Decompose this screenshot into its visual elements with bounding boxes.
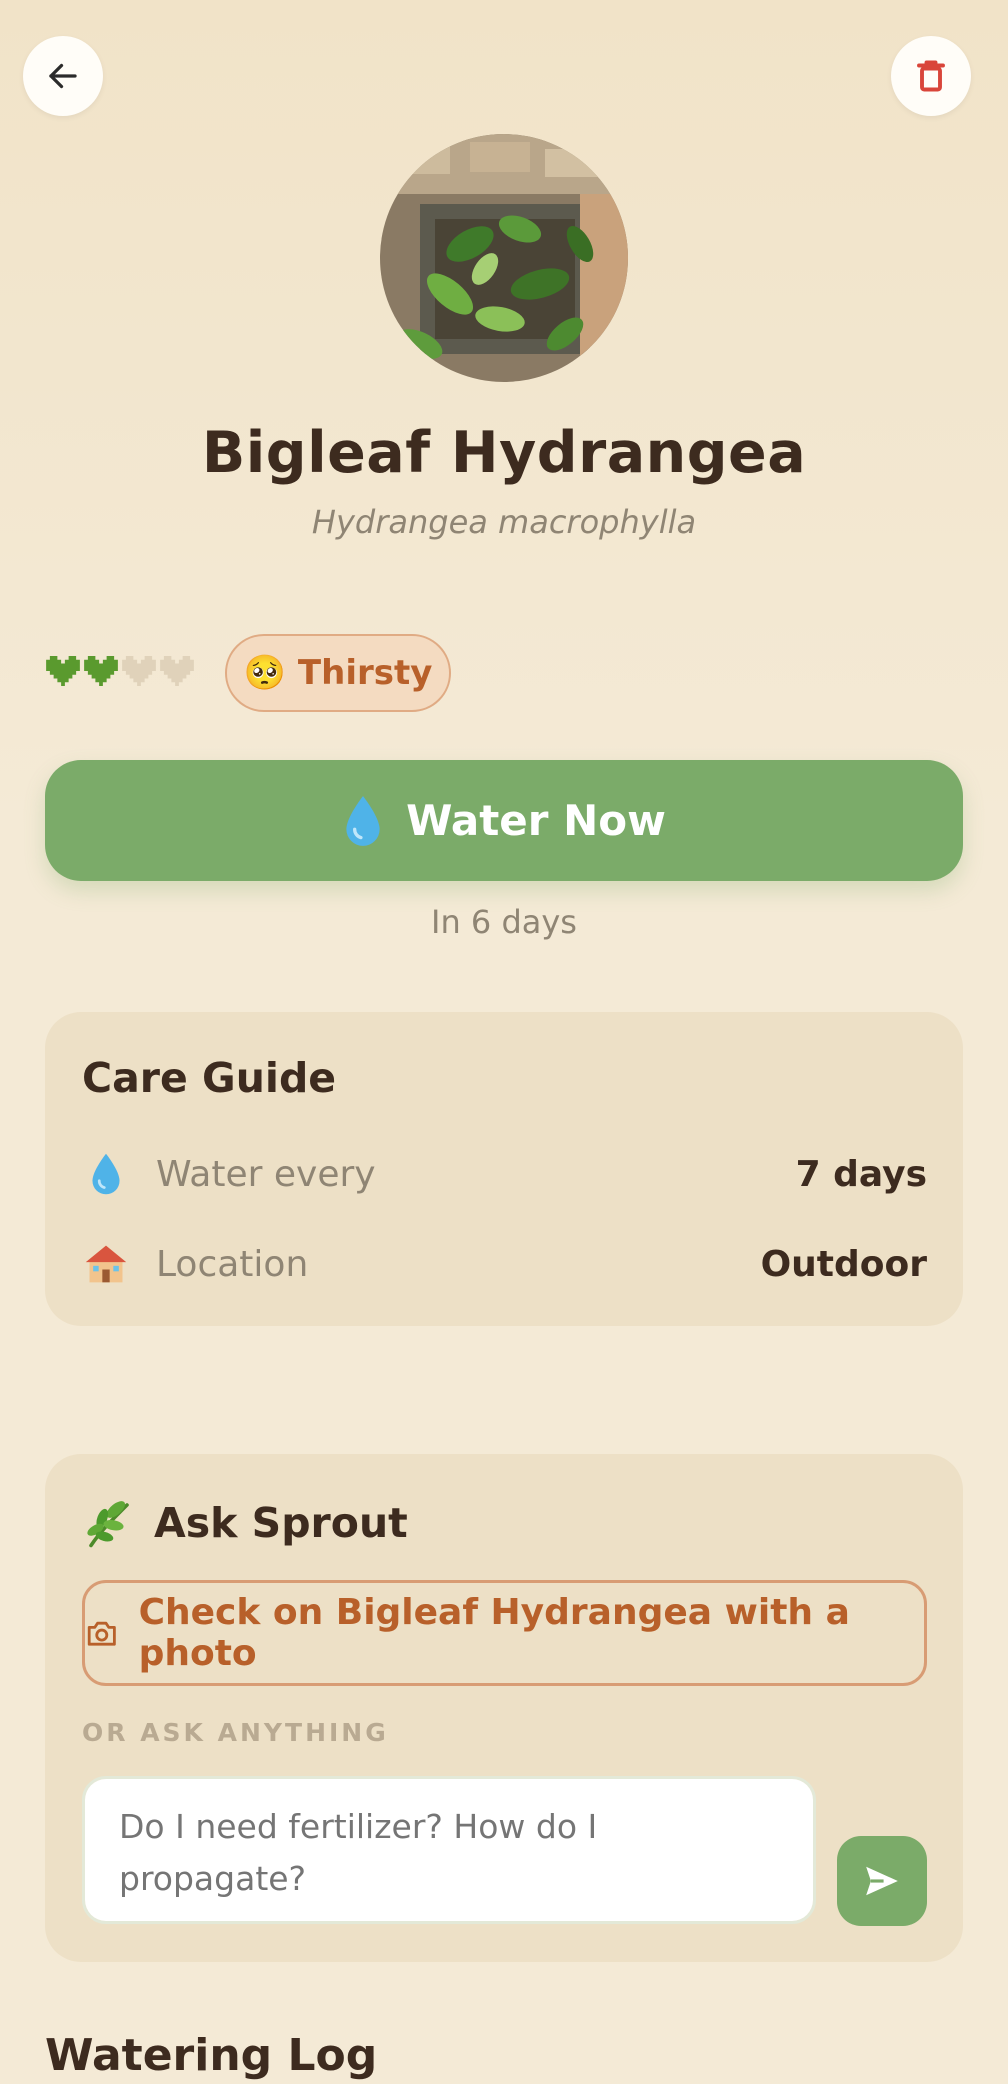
heart-empty-icon xyxy=(122,656,156,686)
herb-icon xyxy=(87,1501,129,1548)
watering-log-title: Watering Log xyxy=(45,2030,378,2081)
back-button[interactable] xyxy=(23,36,103,116)
camera-icon xyxy=(87,1621,116,1646)
heart-filled-icon xyxy=(46,656,80,686)
ask-sprout-card: Ask Sprout Check on Bigleaf Hydrangea wi… xyxy=(45,1454,963,1962)
photo-check-button[interactable]: Check on Bigleaf Hydrangea with a photo xyxy=(82,1580,927,1686)
status-label: Thirsty xyxy=(297,653,433,693)
heart-empty-icon xyxy=(160,656,194,686)
care-label: Water every xyxy=(156,1153,376,1195)
ask-input[interactable] xyxy=(82,1776,816,1924)
ask-sprout-title: Ask Sprout xyxy=(154,1499,408,1547)
care-value: Outdoor xyxy=(760,1243,927,1285)
send-button[interactable] xyxy=(837,1836,927,1926)
photo-check-label: Check on Bigleaf Hydrangea with a photo xyxy=(138,1592,850,1674)
care-row-water: Water every 7 days xyxy=(82,1146,927,1202)
care-value: 7 days xyxy=(795,1153,927,1195)
delete-button[interactable] xyxy=(891,36,971,116)
water-drop-icon xyxy=(346,795,380,846)
water-now-button[interactable]: Water Now xyxy=(45,760,963,881)
status-badge: 🥺 Thirsty xyxy=(225,634,451,712)
trash-icon xyxy=(917,60,945,92)
plant-scientific-name: Hydrangea macrophylla xyxy=(311,503,697,541)
next-watering-text: In 6 days xyxy=(431,903,577,941)
health-hearts xyxy=(46,656,194,686)
or-ask-label: OR ASK ANYTHING xyxy=(82,1718,389,1747)
care-label: Location xyxy=(156,1243,309,1285)
house-icon xyxy=(82,1240,130,1288)
heart-filled-icon xyxy=(84,656,118,686)
arrow-left-icon xyxy=(49,63,77,89)
care-guide-title: Care Guide xyxy=(82,1054,337,1102)
plant-name: Bigleaf Hydrangea xyxy=(201,420,807,486)
send-icon xyxy=(866,1866,898,1896)
care-row-location: Location Outdoor xyxy=(82,1236,927,1292)
care-guide-card: Care Guide Water every 7 days Location O… xyxy=(45,1012,963,1326)
ask-sprout-header: Ask Sprout xyxy=(82,1496,408,1550)
water-drop-icon xyxy=(82,1150,130,1198)
status-emoji: 🥺 xyxy=(243,653,286,693)
plant-photo xyxy=(380,134,628,382)
water-now-label: Water Now xyxy=(406,796,666,845)
